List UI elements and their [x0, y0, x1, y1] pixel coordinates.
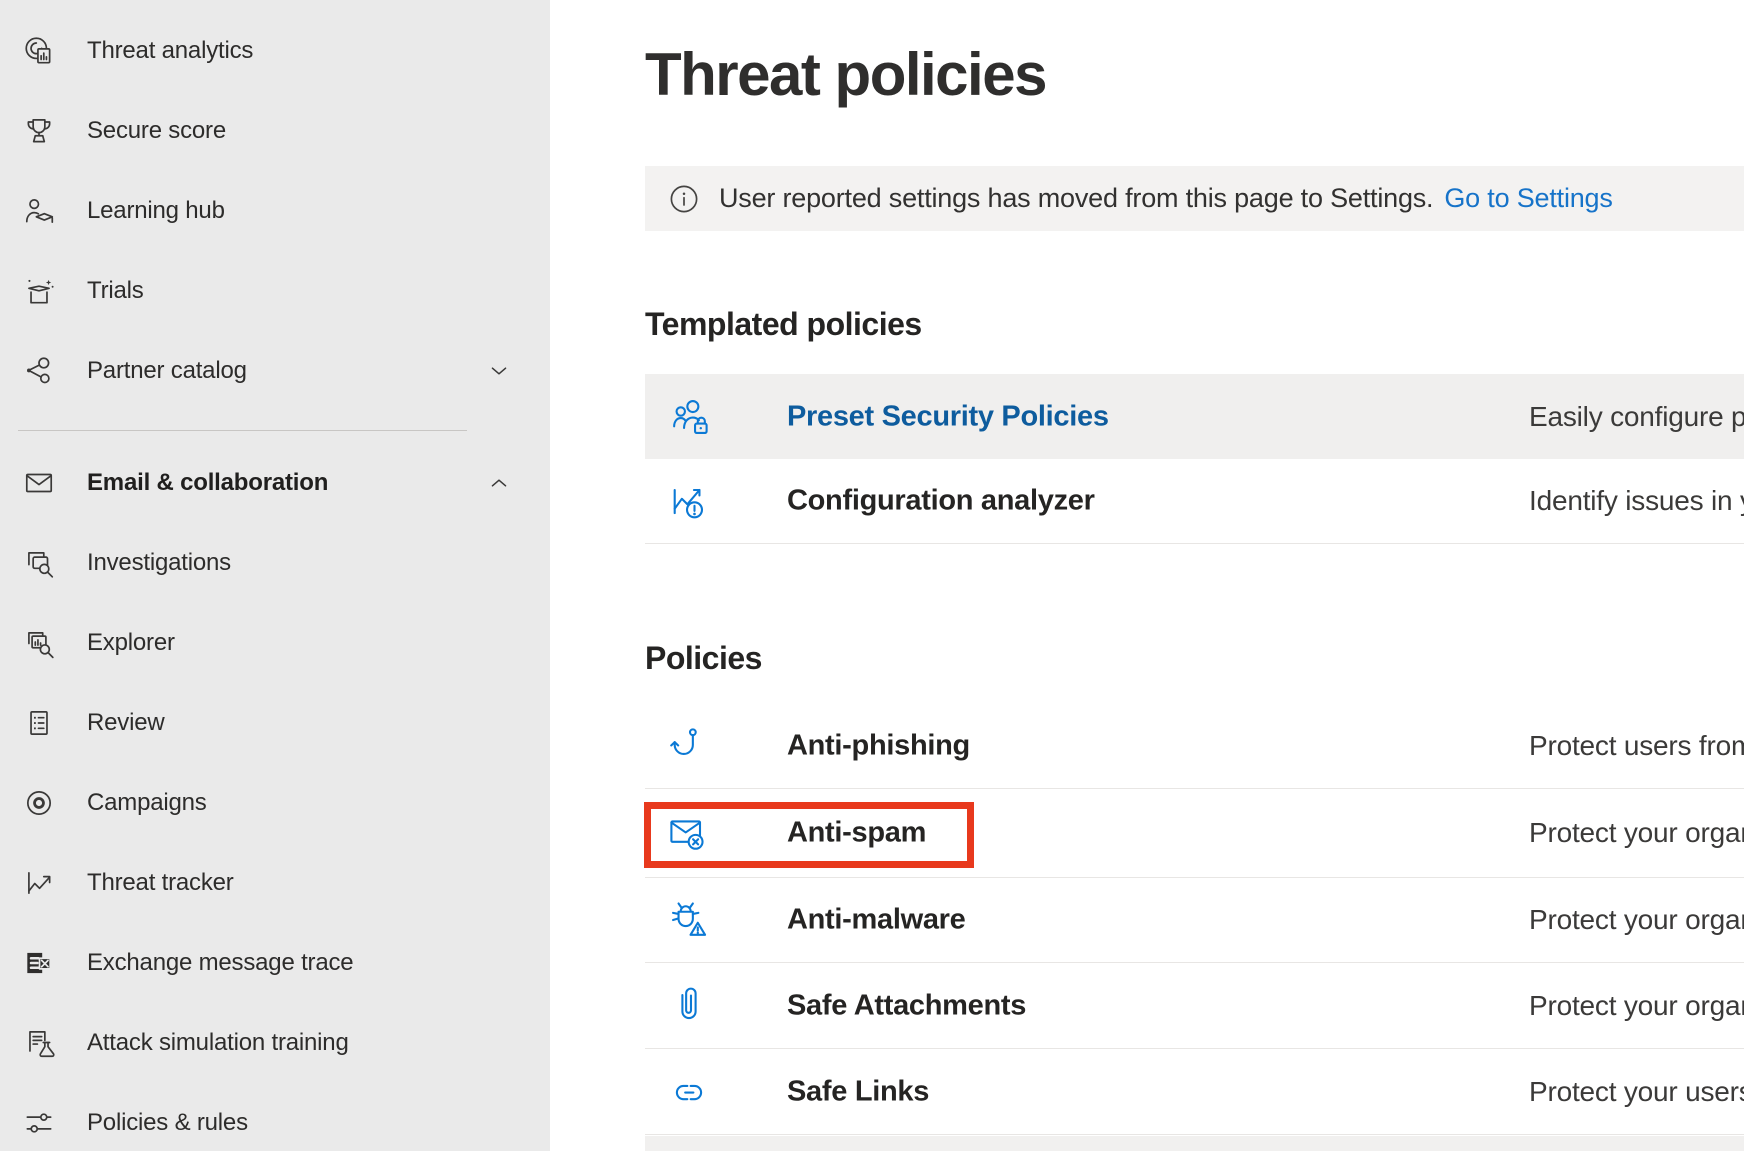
info-banner: User reported settings has moved from th…	[645, 166, 1744, 231]
trials-icon	[22, 274, 56, 308]
review-icon	[22, 706, 56, 740]
row-label: Configuration analyzer	[787, 485, 1095, 518]
sidebar-item-threat-analytics[interactable]: Threat analytics	[0, 11, 550, 91]
attack-simulation-training-icon	[22, 1026, 56, 1060]
sidebar-item-exchange-message-trace[interactable]: Exchange message trace	[0, 923, 550, 1003]
configuration-analyzer-icon	[667, 479, 711, 523]
explorer-icon	[22, 626, 56, 660]
sidebar-item-label: Secure score	[87, 117, 226, 145]
sidebar-item-label: Threat analytics	[87, 37, 253, 65]
sidebar-item-label: Campaigns	[87, 789, 207, 817]
learning-hub-icon	[22, 194, 56, 228]
sidebar-item-label: Partner catalog	[87, 357, 247, 385]
sidebar-item-investigations[interactable]: Investigations	[0, 523, 550, 603]
sidebar-item-policies-rules[interactable]: Policies & rules	[0, 1083, 550, 1163]
row-safe-links[interactable]: Safe Links Protect your users fr	[645, 1049, 1744, 1135]
row-anti-malware[interactable]: Anti-malware Protect your organiz	[645, 878, 1744, 963]
sidebar-item-label: Email & collaboration	[87, 469, 328, 497]
sidebar-item-partner-catalog[interactable]: Partner catalog	[0, 331, 550, 411]
secure-score-icon	[22, 114, 56, 148]
sidebar-item-label: Threat tracker	[87, 869, 234, 897]
row-description: Protect your users fr	[1529, 1076, 1744, 1108]
row-description: Protect your organiz	[1529, 904, 1744, 936]
sidebar: Threat analytics Secure score Learning h…	[0, 0, 550, 1151]
page-title: Threat policies	[645, 40, 1046, 109]
chevron-down-icon	[484, 356, 514, 386]
sidebar-item-campaigns[interactable]: Campaigns	[0, 763, 550, 843]
safe-attachments-icon	[667, 984, 711, 1028]
row-anti-phishing[interactable]: Anti-phishing Protect users from p	[645, 703, 1744, 789]
sidebar-item-explorer[interactable]: Explorer	[0, 603, 550, 683]
campaigns-icon	[22, 786, 56, 820]
row-preset-security-policies[interactable]: Preset Security Policies Easily configur…	[645, 374, 1744, 459]
sidebar-item-trials[interactable]: Trials	[0, 251, 550, 331]
sidebar-item-label: Learning hub	[87, 197, 225, 225]
sidebar-item-review[interactable]: Review	[0, 683, 550, 763]
row-description: Easily configure prot	[1529, 401, 1744, 433]
sidebar-item-threat-tracker[interactable]: Threat tracker	[0, 843, 550, 923]
templated-policies-heading: Templated policies	[645, 306, 922, 343]
investigations-icon	[22, 546, 56, 580]
policies-rules-icon	[22, 1106, 56, 1140]
row-safe-attachments[interactable]: Safe Attachments Protect your organiz	[645, 963, 1744, 1049]
preset-security-policies-icon	[667, 395, 711, 439]
safe-links-icon	[667, 1070, 711, 1114]
threat-analytics-icon	[22, 34, 56, 68]
sidebar-item-label: Explorer	[87, 629, 175, 657]
sidebar-item-label: Investigations	[87, 549, 231, 577]
row-label: Anti-spam	[787, 817, 926, 850]
row-anti-spam[interactable]: Anti-spam Protect your organiz	[645, 789, 1744, 878]
policies-heading: Policies	[645, 640, 762, 677]
sidebar-item-label: Policies & rules	[87, 1109, 248, 1137]
row-description: Protect your organiz	[1529, 990, 1744, 1022]
row-description: Protect users from p	[1529, 730, 1744, 762]
sidebar-item-label: Exchange message trace	[87, 949, 353, 977]
email-collaboration-icon	[22, 466, 56, 500]
anti-malware-icon	[667, 898, 711, 942]
sidebar-item-learning-hub[interactable]: Learning hub	[0, 171, 550, 251]
next-row-partial	[645, 1136, 1744, 1151]
row-description: Identify issues in you	[1529, 485, 1744, 517]
row-label: Safe Attachments	[787, 989, 1026, 1022]
threat-tracker-icon	[22, 866, 56, 900]
partner-catalog-icon	[22, 354, 56, 388]
chevron-up-icon	[484, 468, 514, 498]
info-icon	[669, 184, 699, 214]
exchange-message-trace-icon	[22, 946, 56, 980]
sidebar-item-label: Review	[87, 709, 165, 737]
sidebar-item-label: Trials	[87, 277, 144, 305]
sidebar-divider	[18, 430, 467, 431]
anti-spam-icon	[667, 811, 711, 855]
row-configuration-analyzer[interactable]: Configuration analyzer Identify issues i…	[645, 459, 1744, 544]
go-to-settings-link[interactable]: Go to Settings	[1444, 183, 1612, 214]
banner-text: User reported settings has moved from th…	[719, 183, 1433, 214]
row-label: Preset Security Policies	[787, 400, 1109, 433]
sidebar-item-secure-score[interactable]: Secure score	[0, 91, 550, 171]
row-label: Anti-phishing	[787, 729, 970, 762]
sidebar-item-email-collaboration[interactable]: Email & collaboration	[0, 443, 550, 523]
sidebar-item-label: Attack simulation training	[87, 1029, 349, 1057]
sidebar-item-attack-simulation-training[interactable]: Attack simulation training	[0, 1003, 550, 1083]
row-label: Anti-malware	[787, 904, 966, 937]
row-label: Safe Links	[787, 1075, 929, 1108]
row-description: Protect your organiz	[1529, 817, 1744, 849]
anti-phishing-icon	[667, 724, 711, 768]
